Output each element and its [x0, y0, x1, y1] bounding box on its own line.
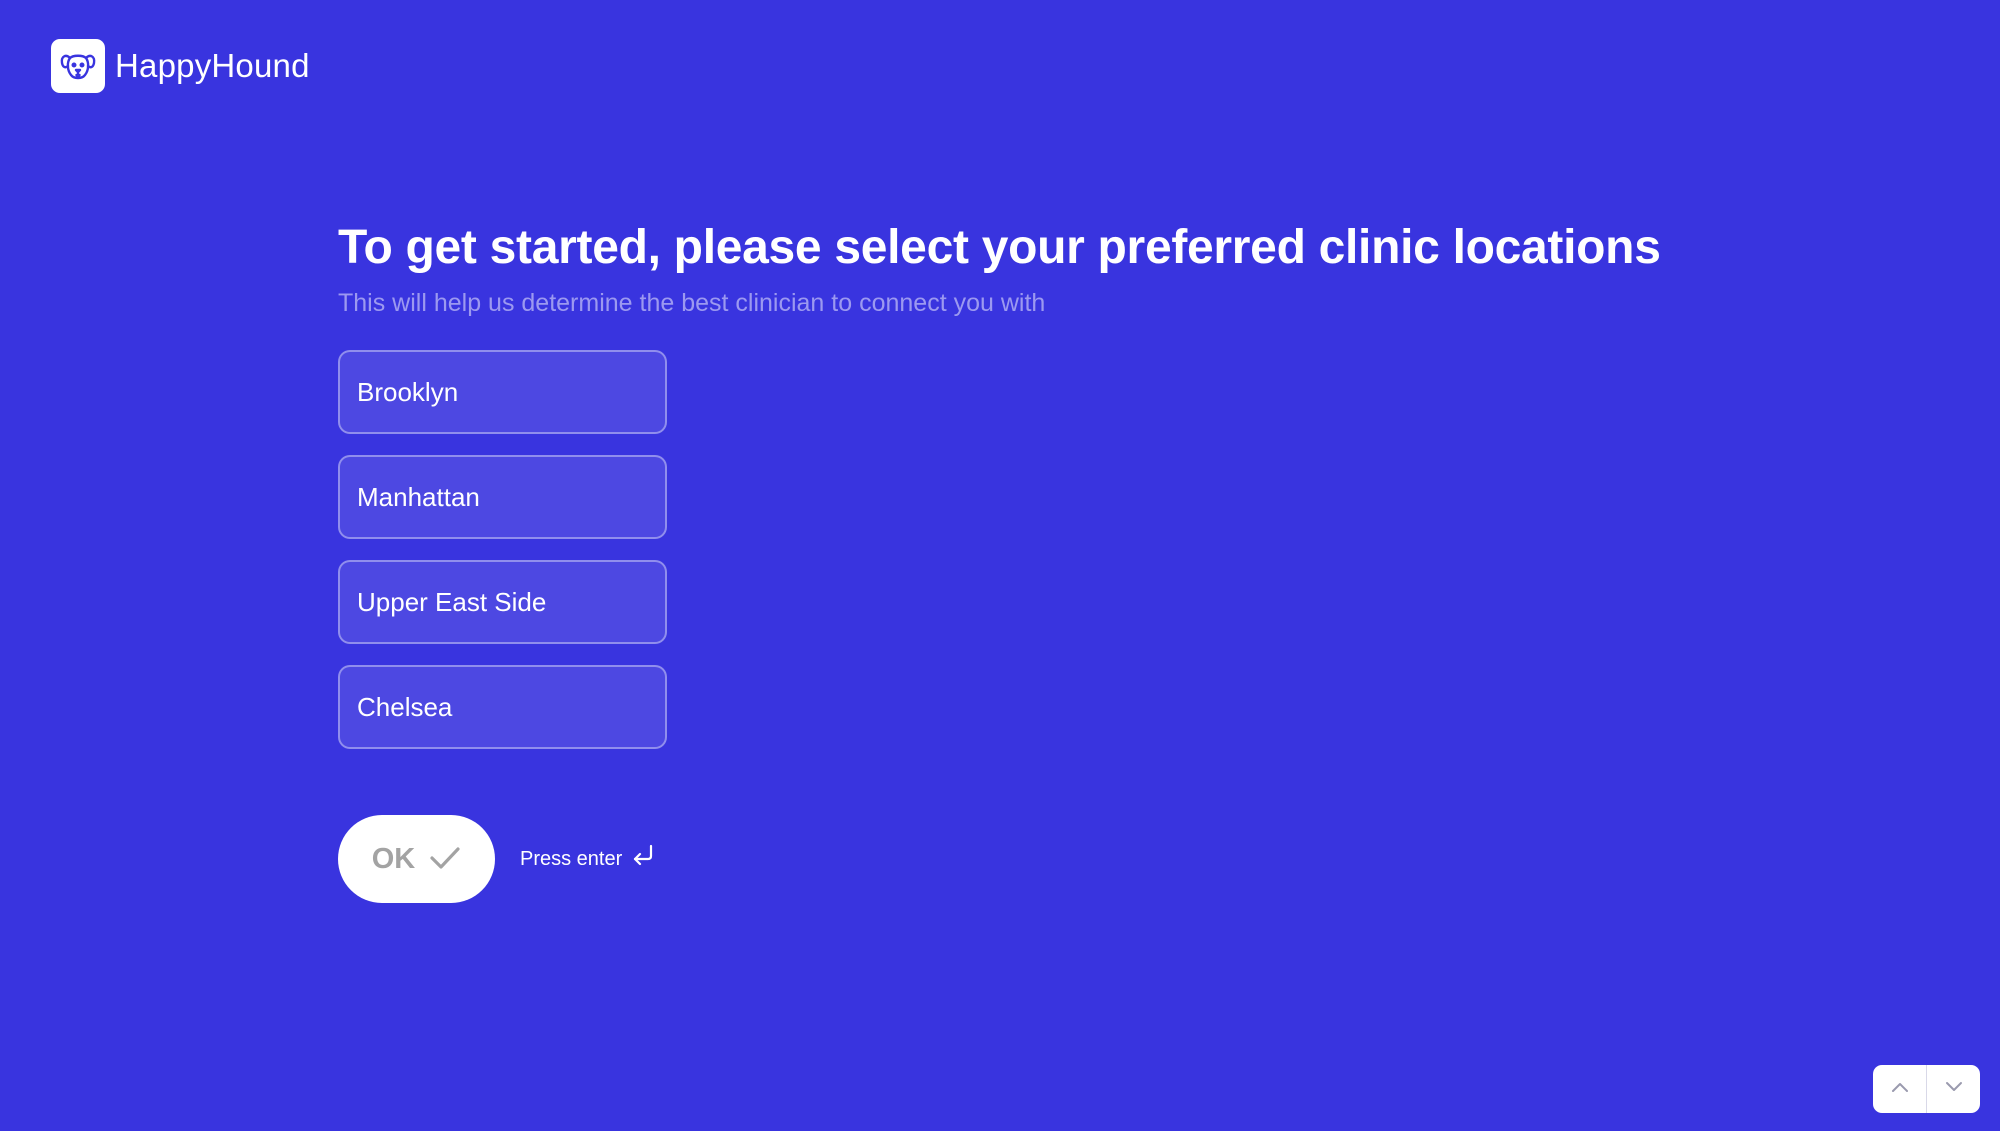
- check-icon: [429, 845, 461, 874]
- chevron-down-icon: [1945, 1080, 1963, 1098]
- option-label: Upper East Side: [357, 586, 547, 617]
- option-label: Chelsea: [357, 691, 453, 722]
- question-subtitle: This will help us determine the best cli…: [338, 289, 1046, 317]
- enter-return-icon: [630, 843, 656, 875]
- question-title: To get started, please select your prefe…: [338, 221, 1661, 274]
- chevron-up-icon: [1891, 1080, 1909, 1098]
- ok-button[interactable]: OK: [338, 815, 495, 903]
- press-enter-hint: Press enter: [520, 843, 656, 875]
- option-upper-east-side[interactable]: Upper East Side: [338, 560, 667, 644]
- option-brooklyn[interactable]: Brooklyn: [338, 350, 667, 434]
- next-question-button[interactable]: [1926, 1065, 1980, 1113]
- option-manhattan[interactable]: Manhattan: [338, 455, 667, 539]
- question-panel: To get started, please select your prefe…: [338, 220, 1661, 903]
- option-chelsea[interactable]: Chelsea: [338, 665, 667, 749]
- press-enter-label: Press enter: [520, 847, 623, 870]
- brand[interactable]: HappyHound: [51, 39, 310, 93]
- dog-face-icon: [51, 39, 105, 93]
- option-label: Manhattan: [357, 481, 480, 512]
- ok-label: OK: [371, 842, 416, 875]
- question-navigation: [1873, 1065, 1980, 1113]
- option-label: Brooklyn: [357, 376, 459, 407]
- brand-name: HappyHound: [115, 47, 310, 84]
- actions-row: OK Press enter: [338, 815, 1661, 903]
- previous-question-button[interactable]: [1873, 1065, 1926, 1113]
- location-options: Brooklyn Manhattan Upper East Side Chels…: [338, 350, 1661, 749]
